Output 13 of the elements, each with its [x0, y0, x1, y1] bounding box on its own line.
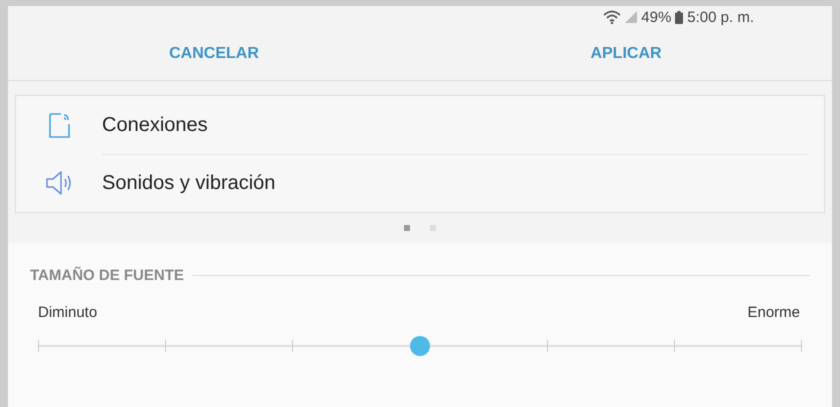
max-label: Enorme: [747, 304, 800, 321]
clock: 5:00 p. m.: [687, 8, 754, 26]
section-title: TAMAÑO DE FUENTE: [30, 267, 184, 284]
slider-thumb[interactable]: [410, 336, 430, 356]
setting-label: Sonidos y vibración: [102, 171, 276, 196]
signal-icon: [625, 11, 638, 23]
battery-icon: [675, 10, 684, 24]
setting-label: Conexiones: [102, 96, 808, 154]
min-label: Diminuto: [38, 304, 98, 321]
header-button[interactable]: CANCELAR: [8, 28, 420, 80]
battery-percent: 49%: [641, 8, 672, 26]
header-button[interactable]: APLICAR: [420, 28, 832, 80]
wifi-icon: [603, 10, 622, 24]
